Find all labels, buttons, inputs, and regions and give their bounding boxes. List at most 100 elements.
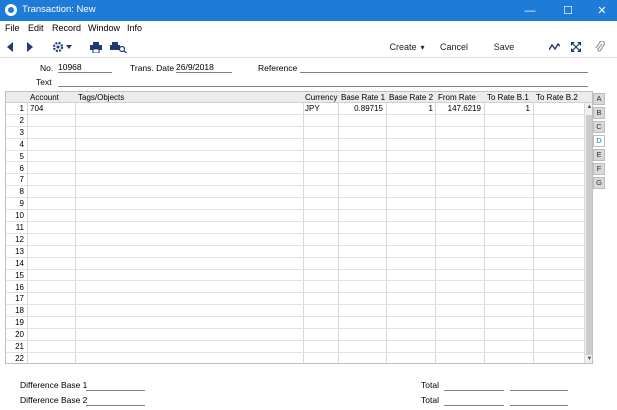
grid-header: Account Tags/Objects Currency Base Rate …	[6, 92, 592, 103]
row-number: 8	[19, 187, 24, 197]
row-number: 18	[15, 306, 24, 316]
scroll-thumb[interactable]	[586, 115, 592, 355]
row-number: 11	[15, 223, 24, 232]
table-row[interactable]: 9	[6, 198, 584, 211]
back-arrow-icon[interactable]	[4, 40, 18, 54]
table-row[interactable]: 14	[6, 258, 584, 270]
col-base-rate-2[interactable]: Base Rate 2	[389, 93, 433, 102]
create-label: Create	[389, 42, 417, 52]
cell-from-rate[interactable]: 147.6219	[436, 104, 481, 113]
row-number: 6	[19, 163, 24, 173]
row-number: 13	[15, 246, 24, 256]
table-row[interactable]: 20	[6, 329, 584, 341]
difference-base-1-label: Difference Base 1	[20, 380, 88, 390]
forward-arrow-icon[interactable]	[22, 40, 36, 54]
menu-edit[interactable]: Edit	[28, 23, 44, 33]
row-number: 12	[15, 234, 24, 244]
row-number: 20	[15, 330, 24, 340]
trans-date-label: Trans. Date	[130, 63, 175, 73]
row-number: 19	[15, 318, 24, 328]
tab-e[interactable]: E	[593, 149, 605, 161]
no-field[interactable]: 10968	[58, 62, 112, 73]
table-row[interactable]: 10	[6, 210, 584, 222]
scroll-up-icon[interactable]: ▲	[585, 103, 592, 112]
table-row[interactable]: 12	[6, 234, 584, 246]
cell-to-rate-b1[interactable]: 1	[485, 104, 530, 113]
table-row[interactable]: 5	[6, 151, 584, 163]
col-currency[interactable]: Currency	[305, 93, 337, 102]
table-row[interactable]: 15	[6, 270, 584, 282]
table-row[interactable]: 6	[6, 163, 584, 175]
text-label: Text	[36, 77, 52, 87]
save-button[interactable]: Save	[492, 40, 516, 54]
table-row[interactable]: 8	[6, 186, 584, 199]
menu-window[interactable]: Window	[88, 23, 120, 33]
expand-icon[interactable]	[569, 40, 583, 54]
row-number: 5	[19, 151, 24, 161]
menu-info[interactable]: Info	[127, 23, 142, 33]
no-label: No.	[40, 63, 54, 73]
total-2-field-b	[510, 405, 568, 406]
row-number: 17	[15, 294, 24, 304]
cell-currency[interactable]: JPY	[305, 104, 336, 113]
tab-a[interactable]: A	[593, 93, 605, 105]
row-number: 16	[15, 282, 24, 292]
print-icon[interactable]	[88, 40, 104, 54]
table-row[interactable]: 21	[6, 341, 584, 353]
col-from-rate[interactable]: From Rate	[438, 93, 476, 102]
cancel-button[interactable]: Cancel	[440, 40, 468, 54]
row-number: 15	[15, 270, 24, 280]
footer-totals: Difference Base 1 Difference Base 2 Tota…	[0, 366, 617, 410]
tab-f[interactable]: F	[593, 163, 605, 175]
close-button[interactable]: ✕	[588, 0, 616, 21]
col-to-rate-b1[interactable]: To Rate B.1	[487, 93, 529, 102]
tab-g[interactable]: G	[593, 177, 605, 189]
table-row[interactable]: 4	[6, 139, 584, 151]
table-row[interactable]: 2	[6, 115, 584, 127]
reference-field[interactable]	[300, 62, 588, 73]
cell-base-rate-2[interactable]: 1	[387, 104, 433, 113]
table-row[interactable]: 7	[6, 174, 584, 187]
table-row[interactable]: 16	[6, 282, 584, 294]
create-button[interactable]: Create ▾	[388, 40, 426, 54]
reference-label: Reference	[258, 63, 298, 73]
difference-base-1-field	[86, 390, 145, 391]
table-row[interactable]: 1 704 JPY 0.89715 1 147.6219 1	[6, 103, 584, 115]
col-tags-objects[interactable]: Tags/Objects	[78, 93, 124, 102]
col-base-rate-1[interactable]: Base Rate 1	[341, 93, 385, 102]
cell-base-rate-1[interactable]: 0.89715	[339, 104, 383, 113]
col-to-rate-b2[interactable]: To Rate B.2	[536, 93, 578, 102]
attachment-icon[interactable]	[593, 40, 607, 54]
transaction-grid: Account Tags/Objects Currency Base Rate …	[5, 91, 593, 364]
header-section: No. 10968 Trans. Date 26/9/2018 Referenc…	[0, 59, 617, 89]
window-title: Transaction: New	[22, 4, 96, 15]
col-account[interactable]: Account	[30, 93, 59, 102]
tab-b[interactable]: B	[593, 107, 605, 119]
print-preview-icon[interactable]	[108, 40, 128, 54]
trans-date-field[interactable]: 26/9/2018	[176, 62, 232, 73]
cell-account[interactable]: 704	[30, 104, 74, 113]
minimize-button[interactable]: —	[516, 0, 544, 21]
menu-file[interactable]: File	[5, 23, 20, 33]
table-row[interactable]: 17	[6, 293, 584, 306]
app-icon	[5, 4, 17, 16]
row-number: 7	[19, 175, 24, 185]
table-row[interactable]: 22	[6, 353, 584, 363]
menu-record[interactable]: Record	[52, 23, 81, 33]
maximize-button[interactable]: ☐	[554, 0, 582, 21]
scroll-down-icon[interactable]: ▼	[585, 355, 592, 363]
tab-c[interactable]: C	[593, 121, 605, 133]
chevron-down-icon: ▾	[420, 42, 425, 52]
row-number: 2	[19, 115, 24, 125]
table-row[interactable]: 3	[6, 127, 584, 139]
vertical-scrollbar[interactable]: ▲ ▼	[584, 103, 592, 363]
text-field[interactable]	[58, 76, 588, 87]
table-row[interactable]: 13	[6, 246, 584, 258]
table-row[interactable]: 19	[6, 317, 584, 330]
chart-icon[interactable]	[547, 40, 561, 54]
row-number: 9	[19, 199, 24, 209]
table-row[interactable]: 18	[6, 305, 584, 318]
gear-icon[interactable]	[50, 40, 74, 54]
table-row[interactable]: 11	[6, 222, 584, 234]
tab-d[interactable]: D	[593, 135, 605, 147]
